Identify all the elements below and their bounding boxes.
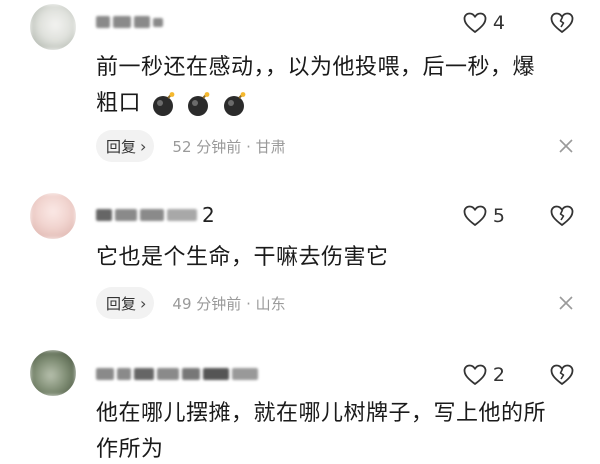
username-redacted[interactable]: 2 — [96, 203, 215, 227]
username-redacted[interactable] — [96, 12, 163, 32]
dislike-button[interactable] — [550, 205, 574, 231]
like-button[interactable]: 4 — [463, 12, 505, 34]
username-redacted[interactable] — [96, 364, 258, 384]
reply-label: 回复 — [106, 294, 137, 313]
comment-time: 49 分钟前 — [172, 294, 242, 313]
close-button[interactable] — [558, 138, 574, 158]
comment-time: 52 分钟前 — [172, 137, 242, 156]
comment-text: 他在哪儿摆摊，就在哪儿树牌子，写上他的所 作所为 — [96, 396, 576, 464]
comment-location: 甘肃 — [255, 137, 286, 156]
comment-meta: 回复 › 52 分钟前 · 甘肃 — [96, 130, 286, 162]
avatar[interactable] — [30, 4, 76, 50]
like-count: 5 — [492, 205, 505, 227]
like-button[interactable]: 5 — [463, 205, 505, 227]
bomb-emoji-icon — [188, 92, 210, 116]
like-count: 4 — [492, 12, 505, 34]
separator-dot: · — [246, 294, 251, 313]
bomb-emoji-icon — [152, 92, 174, 116]
heart-outline-icon — [463, 364, 487, 385]
like-button[interactable]: 2 — [463, 364, 505, 386]
broken-heart-icon — [550, 12, 574, 33]
reply-button[interactable]: 回复 › — [96, 287, 155, 319]
comment-text-line: 它也是个生命，干嘛去伤害它 — [96, 245, 389, 270]
comment-text: 它也是个生命，干嘛去伤害它 — [96, 240, 576, 276]
like-count: 2 — [492, 364, 505, 386]
comment-location: 山东 — [255, 294, 286, 313]
comment-text-line: 粗口 — [96, 86, 576, 122]
dislike-button[interactable] — [550, 364, 574, 390]
username-tail: 2 — [202, 203, 215, 227]
comment-text: 前一秒还在感动，，以为他投喂，后一秒，爆 粗口 — [96, 50, 576, 122]
reply-label: 回复 — [106, 137, 137, 156]
avatar[interactable] — [30, 193, 76, 239]
comment-text-line: 前一秒还在感动，，以为他投喂，后一秒，爆 — [96, 55, 536, 80]
dislike-button[interactable] — [550, 12, 574, 38]
comment-meta: 回复 › 49 分钟前 · 山东 — [96, 287, 286, 319]
comment-time-location: 49 分钟前 · 山东 — [172, 293, 285, 314]
comment-text-line: 他在哪儿摆摊，就在哪儿树牌子，写上他的所 — [96, 401, 547, 426]
broken-heart-icon — [550, 205, 574, 226]
heart-outline-icon — [463, 12, 487, 33]
chevron-right-icon: › — [140, 293, 147, 313]
heart-outline-icon — [463, 205, 487, 226]
chevron-right-icon: › — [140, 136, 147, 156]
broken-heart-icon — [550, 364, 574, 385]
comment-text-segment: 粗口 — [96, 91, 142, 116]
avatar[interactable] — [30, 350, 76, 396]
comment-text-line: 作所为 — [96, 437, 164, 462]
comment-time-location: 52 分钟前 · 甘肃 — [172, 136, 285, 157]
bomb-emoji-icon — [223, 92, 245, 116]
close-button[interactable] — [558, 295, 574, 315]
close-icon — [559, 139, 573, 153]
close-icon — [559, 296, 573, 310]
separator-dot: · — [246, 137, 251, 156]
reply-button[interactable]: 回复 › — [96, 130, 155, 162]
